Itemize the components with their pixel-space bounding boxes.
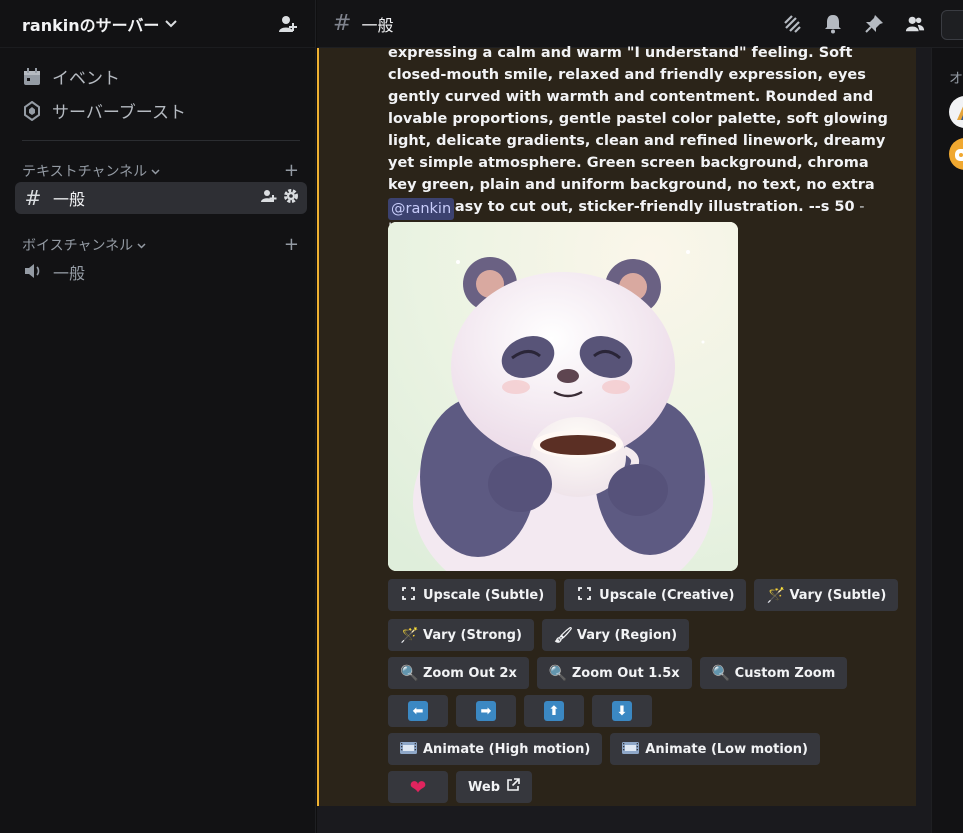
arrow-right-icon: ➡ [476, 701, 496, 721]
bell-icon[interactable] [823, 14, 843, 34]
arrow-left-icon: ⬅ [408, 701, 428, 721]
text-channel-icon: # [333, 11, 352, 36]
threads-icon[interactable] [782, 14, 802, 34]
action-row-3: 🔍 Zoom Out 2x 🔍 Zoom Out 1.5x 🔍 Custom Z… [388, 657, 848, 689]
gear-icon[interactable] [283, 188, 299, 208]
channel-general-voice[interactable]: 一般 [15, 256, 307, 288]
speaker-icon [23, 260, 43, 284]
nav-events-label: イベント [52, 69, 120, 89]
action-row-1: Upscale (Subtle) Upscale (Creative) 🪄 Va… [388, 579, 899, 611]
action-row-5: Animate (High motion) Animate (Low motio… [388, 733, 820, 765]
search-input[interactable] [941, 10, 963, 40]
category-text-label: テキストチャンネル [22, 163, 148, 180]
invite-people-icon[interactable] [277, 13, 299, 35]
pan-row: ⬅ ➡ ⬆ ⬇ [388, 695, 652, 727]
zoom-out-2x-button[interactable]: 🔍 Zoom Out 2x [388, 657, 529, 689]
member-list-panel: オ [931, 48, 963, 833]
pan-left-button[interactable]: ⬅ [388, 695, 448, 727]
chevron-down-icon [151, 163, 160, 179]
nav-server-boost-label: サーバーブースト [52, 103, 186, 123]
vary-region-button[interactable]: 🖌 Vary (Region) [541, 619, 690, 651]
arrow-up-icon: ⬆ [544, 701, 564, 721]
chevron-down-icon [137, 237, 146, 253]
zoom-out-1-5x-label: Zoom Out 1.5x [571, 665, 680, 681]
paintbrush-icon: 🖌 [553, 626, 573, 644]
member-group-label: オ [949, 71, 963, 87]
pan-right-button[interactable]: ➡ [456, 695, 516, 727]
prompt-text: expressing a calm and warm "I understand… [388, 45, 888, 215]
channel-general-label: 一般 [53, 190, 86, 209]
composer-area [317, 806, 931, 833]
magic-wand-icon: 🪄 [766, 586, 786, 604]
chat-area: expressing a calm and warm "I understand… [317, 45, 931, 833]
server-header[interactable]: rankinのサーバー [0, 0, 315, 48]
magnifier-icon: 🔍 [711, 664, 731, 682]
header-toolbar [782, 14, 925, 34]
arrow-down-icon: ⬇ [612, 701, 632, 721]
pan-up-button[interactable]: ⬆ [524, 695, 584, 727]
magnifier-icon: 🔍 [548, 664, 568, 682]
channel-general-text[interactable]: # 一般 [15, 182, 307, 214]
animate-high-button[interactable]: Animate (High motion) [388, 733, 603, 765]
upscale-creative-button[interactable]: Upscale (Creative) [564, 579, 747, 611]
nav-events[interactable]: イベント [22, 64, 120, 89]
vary-strong-button[interactable]: 🪄 Vary (Strong) [388, 619, 534, 651]
film-icon [400, 740, 417, 758]
sidebar-divider [22, 140, 300, 141]
member-avatar-1[interactable] [949, 96, 963, 128]
expand-icon [400, 586, 417, 604]
magic-wand-icon: 🪄 [400, 626, 419, 644]
category-voice-label: ボイスチャンネル [22, 237, 134, 254]
boost-icon [22, 100, 42, 121]
upscale-subtle-button[interactable]: Upscale (Subtle) [388, 579, 557, 611]
web-label: Web [468, 779, 500, 795]
heart-icon: ❤ [409, 775, 427, 799]
magnifier-icon: 🔍 [400, 664, 419, 682]
message-content: expressing a calm and warm "I understand… [388, 42, 898, 240]
action-row-6: ❤ Web [388, 771, 532, 803]
custom-zoom-button[interactable]: 🔍 Custom Zoom [699, 657, 848, 689]
pin-icon[interactable] [864, 14, 884, 34]
calendar-icon [22, 67, 42, 87]
voice-channel-label: 一般 [53, 264, 86, 283]
vary-subtle-button[interactable]: 🪄 Vary (Subtle) [754, 579, 899, 611]
generated-image[interactable] [388, 222, 738, 571]
member-list-icon[interactable] [905, 14, 925, 34]
external-link-icon [506, 778, 520, 796]
vary-subtle-label: Vary (Subtle) [789, 587, 887, 603]
favorite-button[interactable]: ❤ [388, 771, 448, 803]
zoom-out-1-5x-button[interactable]: 🔍 Zoom Out 1.5x [536, 657, 692, 689]
animate-low-label: Animate (Low motion) [645, 741, 808, 757]
custom-zoom-label: Custom Zoom [734, 665, 836, 681]
channel-title: 一般 [361, 15, 394, 35]
text-channel-icon: # [24, 186, 42, 210]
member-avatar-2[interactable] [949, 138, 963, 170]
vary-region-label: Vary (Region) [576, 627, 678, 643]
zoom-out-2x-label: Zoom Out 2x [423, 665, 517, 681]
add-channel-icon[interactable]: + [284, 234, 299, 255]
action-row-2: 🪄 Vary (Strong) 🖌 Vary (Region) [388, 619, 690, 651]
upscale-creative-label: Upscale (Creative) [599, 587, 735, 603]
upscale-subtle-label: Upscale (Subtle) [423, 587, 545, 603]
animate-low-button[interactable]: Animate (Low motion) [610, 733, 820, 765]
chevron-down-icon [165, 18, 178, 31]
vary-strong-label: Vary (Strong) [423, 627, 522, 643]
animate-high-label: Animate (High motion) [423, 741, 591, 757]
server-name-label: rankinのサーバー [22, 15, 160, 35]
film-icon [622, 740, 640, 758]
channel-sidebar: rankinのサーバー イベント サーバーブースト テキストチャンネル + # … [0, 0, 316, 833]
user-mention[interactable]: @rankin [388, 198, 455, 220]
category-text-channels[interactable]: テキストチャンネル + [22, 160, 299, 181]
category-voice-channels[interactable]: ボイスチャンネル + [22, 234, 299, 255]
expand-icon [576, 586, 593, 604]
nav-server-boost[interactable]: サーバーブースト [22, 98, 186, 123]
server-name[interactable]: rankinのサーバー [22, 12, 178, 36]
pan-down-button[interactable]: ⬇ [592, 695, 652, 727]
invite-to-channel-icon[interactable] [261, 188, 277, 208]
add-channel-icon[interactable]: + [284, 160, 299, 181]
web-link-button[interactable]: Web [456, 771, 532, 803]
